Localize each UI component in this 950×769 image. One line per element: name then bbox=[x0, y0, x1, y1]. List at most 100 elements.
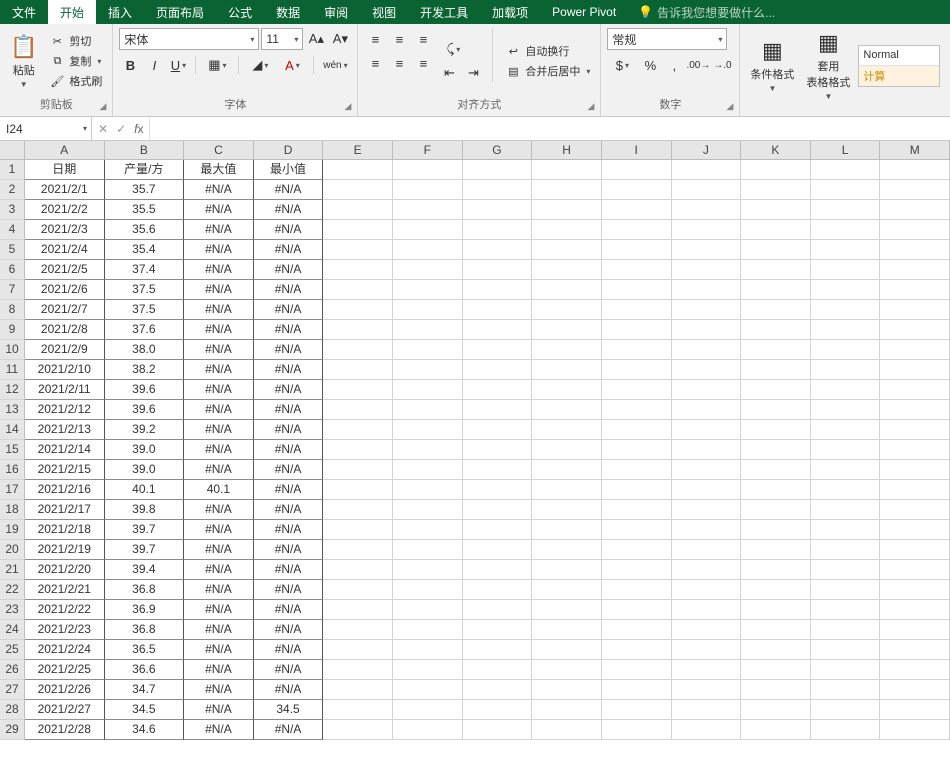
cell[interactable]: 2021/2/17 bbox=[25, 500, 105, 520]
cell[interactable]: #N/A bbox=[184, 300, 254, 320]
cell[interactable]: #N/A bbox=[254, 240, 324, 260]
cell[interactable] bbox=[532, 480, 602, 500]
cell[interactable] bbox=[741, 440, 811, 460]
cell[interactable] bbox=[811, 660, 881, 680]
cell[interactable]: #N/A bbox=[254, 600, 324, 620]
cell[interactable] bbox=[741, 240, 811, 260]
cell[interactable]: 39.6 bbox=[105, 400, 185, 420]
cell[interactable]: #N/A bbox=[184, 600, 254, 620]
cell[interactable] bbox=[532, 340, 602, 360]
cell[interactable]: 产量/方 bbox=[105, 160, 185, 180]
cell[interactable]: #N/A bbox=[254, 420, 324, 440]
row-headers[interactable]: 1234567891011121314151617181920212223242… bbox=[0, 160, 25, 740]
cell[interactable] bbox=[602, 300, 672, 320]
cell[interactable]: 2021/2/4 bbox=[25, 240, 105, 260]
cell[interactable] bbox=[393, 700, 463, 720]
cell[interactable] bbox=[672, 560, 742, 580]
cell[interactable] bbox=[323, 360, 393, 380]
cell[interactable] bbox=[880, 240, 950, 260]
cell[interactable] bbox=[463, 420, 533, 440]
cell[interactable] bbox=[811, 520, 881, 540]
cell[interactable] bbox=[323, 500, 393, 520]
cell[interactable] bbox=[393, 480, 463, 500]
cell[interactable] bbox=[741, 480, 811, 500]
tab-file[interactable]: 文件 bbox=[0, 0, 48, 24]
cell[interactable] bbox=[532, 540, 602, 560]
cell[interactable] bbox=[602, 180, 672, 200]
cell[interactable] bbox=[811, 640, 881, 660]
cell[interactable] bbox=[463, 260, 533, 280]
cell[interactable] bbox=[811, 460, 881, 480]
cell[interactable] bbox=[532, 180, 602, 200]
decrease-decimal-button[interactable]: →.0 bbox=[711, 54, 733, 76]
bold-button[interactable]: B bbox=[119, 54, 141, 76]
column-headers[interactable]: ABCDEFGHIJKLM bbox=[25, 141, 950, 160]
cell[interactable] bbox=[741, 180, 811, 200]
cell[interactable] bbox=[393, 180, 463, 200]
cell[interactable]: 2021/2/14 bbox=[25, 440, 105, 460]
cell[interactable] bbox=[463, 160, 533, 180]
cell[interactable] bbox=[393, 620, 463, 640]
cell[interactable]: #N/A bbox=[184, 640, 254, 660]
cell[interactable] bbox=[393, 200, 463, 220]
cell[interactable]: #N/A bbox=[184, 220, 254, 240]
cell[interactable]: 2021/2/26 bbox=[25, 680, 105, 700]
cell[interactable] bbox=[532, 580, 602, 600]
accounting-format-button[interactable]: $▾ bbox=[607, 54, 637, 76]
row-header[interactable]: 2 bbox=[0, 180, 25, 200]
cell[interactable] bbox=[532, 260, 602, 280]
cell[interactable] bbox=[880, 280, 950, 300]
cell[interactable] bbox=[532, 400, 602, 420]
cell[interactable] bbox=[880, 480, 950, 500]
cell[interactable] bbox=[393, 260, 463, 280]
cell[interactable] bbox=[880, 400, 950, 420]
cell[interactable] bbox=[741, 620, 811, 640]
cell[interactable] bbox=[323, 480, 393, 500]
cell[interactable]: 2021/2/22 bbox=[25, 600, 105, 620]
paste-button[interactable]: 📋 粘贴 ▼ bbox=[6, 28, 41, 94]
wrap-text-button[interactable]: ↩自动换行 bbox=[501, 42, 594, 60]
cell[interactable] bbox=[811, 500, 881, 520]
cell[interactable] bbox=[741, 600, 811, 620]
cell[interactable]: #N/A bbox=[184, 660, 254, 680]
tab-data[interactable]: 数据 bbox=[264, 0, 312, 24]
cell[interactable] bbox=[880, 160, 950, 180]
cell[interactable] bbox=[880, 200, 950, 220]
cell[interactable]: 2021/2/1 bbox=[25, 180, 105, 200]
cell[interactable] bbox=[393, 500, 463, 520]
cell[interactable]: 39.2 bbox=[105, 420, 185, 440]
cell[interactable] bbox=[672, 320, 742, 340]
cell[interactable] bbox=[811, 260, 881, 280]
cell[interactable]: 2021/2/3 bbox=[25, 220, 105, 240]
cell[interactable] bbox=[880, 500, 950, 520]
row-header[interactable]: 5 bbox=[0, 240, 25, 260]
cell[interactable] bbox=[463, 560, 533, 580]
cell[interactable] bbox=[532, 560, 602, 580]
cell[interactable]: 2021/2/24 bbox=[25, 640, 105, 660]
cell[interactable]: 36.9 bbox=[105, 600, 185, 620]
cell[interactable] bbox=[463, 720, 533, 740]
cell[interactable]: 36.6 bbox=[105, 660, 185, 680]
cell[interactable] bbox=[463, 360, 533, 380]
cell[interactable] bbox=[323, 440, 393, 460]
cell[interactable]: #N/A bbox=[254, 260, 324, 280]
cell[interactable] bbox=[880, 260, 950, 280]
cell[interactable]: 38.2 bbox=[105, 360, 185, 380]
cell[interactable] bbox=[602, 420, 672, 440]
cell[interactable] bbox=[672, 400, 742, 420]
cell[interactable] bbox=[602, 320, 672, 340]
cell[interactable] bbox=[393, 160, 463, 180]
cell[interactable]: 34.5 bbox=[254, 700, 324, 720]
row-header[interactable]: 23 bbox=[0, 600, 25, 620]
cell[interactable]: 2021/2/7 bbox=[25, 300, 105, 320]
cell[interactable]: 36.8 bbox=[105, 620, 185, 640]
row-header[interactable]: 17 bbox=[0, 480, 25, 500]
cell[interactable]: 39.0 bbox=[105, 460, 185, 480]
cell[interactable] bbox=[463, 400, 533, 420]
row-header[interactable]: 24 bbox=[0, 620, 25, 640]
cell[interactable]: 2021/2/28 bbox=[25, 720, 105, 740]
cell[interactable] bbox=[811, 180, 881, 200]
cell[interactable]: 2021/2/20 bbox=[25, 560, 105, 580]
cell[interactable] bbox=[532, 300, 602, 320]
cell[interactable] bbox=[741, 320, 811, 340]
